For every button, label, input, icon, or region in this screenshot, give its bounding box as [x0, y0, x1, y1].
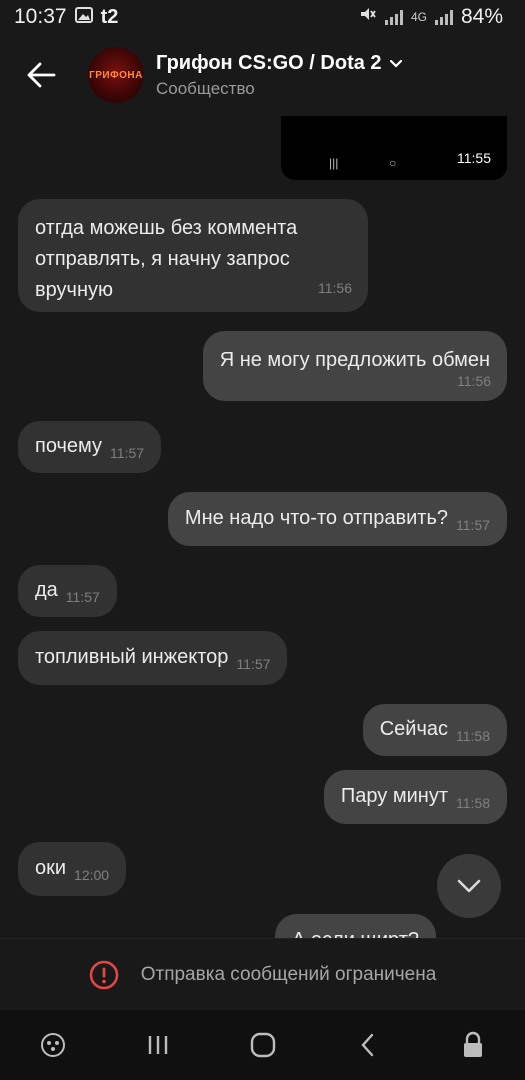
back-button[interactable] [16, 50, 66, 100]
recents-icon: ||| [329, 156, 339, 170]
message-time: 11:57 [236, 656, 271, 672]
message-outgoing[interactable]: Пару минут 11:58 [323, 770, 507, 824]
message-time: 11:57 [456, 517, 490, 533]
carrier-label: t2 [100, 5, 119, 28]
message-text: отгда можешь без коммента отправлять, я … [35, 217, 298, 301]
message-text: Сейчас [379, 718, 448, 740]
restriction-text: Отправка сообщений ограничена [140, 963, 437, 985]
chat-subtitle: Сообщество [156, 78, 255, 98]
system-nav-bar [0, 1010, 525, 1080]
message-outgoing[interactable]: Я не могу предложить обмен 11:56 [202, 331, 507, 401]
message-time: 11:57 [110, 445, 145, 461]
message-incoming[interactable]: отгда можешь без коммента отправлять, я … [18, 199, 368, 312]
message-time: 11:55 [457, 150, 491, 166]
battery-level: 84% [460, 5, 503, 28]
message-text: Пару минут [340, 785, 448, 807]
gamepad-icon [40, 1033, 65, 1057]
messaging-restricted-bar: Отправка сообщений ограничена [0, 938, 525, 1010]
game-launcher-button[interactable] [23, 1015, 83, 1075]
message-time: 12:00 [74, 867, 110, 883]
chevron-left-icon [360, 1033, 373, 1057]
message-text: почему [35, 435, 103, 457]
media-message[interactable]: ||| ○ 11:55 [281, 116, 507, 180]
network-type: 4G [410, 10, 427, 24]
message-text: топливный инжектор [35, 646, 229, 668]
chat-title-block[interactable]: Грифон CS:GO / Dota 2 Сообщество [156, 52, 404, 99]
avatar[interactable]: ГРИФОНА [88, 47, 144, 103]
message-text: Я не могу предложить обмен [219, 349, 490, 371]
message-text: А если щирт? [292, 929, 419, 938]
gallery-icon [74, 5, 93, 29]
message-incoming[interactable]: да 11:57 [18, 565, 117, 617]
chevron-down-icon [457, 879, 481, 893]
message-outgoing[interactable]: Сейчас 11:58 [362, 704, 507, 756]
message-incoming[interactable]: оки 12:00 [18, 842, 127, 896]
home-button[interactable] [233, 1015, 293, 1075]
exclamation-circle-icon [89, 960, 118, 989]
message-text: да [35, 579, 58, 601]
chat-title: Грифон CS:GO / Dota 2 [156, 51, 382, 74]
signal-icon [384, 9, 403, 25]
message-outgoing[interactable]: А если щирт? [275, 914, 437, 938]
signal-icon [434, 9, 453, 25]
scroll-down-button[interactable] [437, 854, 501, 918]
message-list[interactable]: ||| ○ 11:55 отгда можешь без коммента от… [0, 116, 525, 938]
message-time: 11:56 [457, 373, 491, 389]
message-time: 11:58 [456, 728, 490, 744]
message-outgoing[interactable]: Мне надо что-то отправить? 11:57 [167, 492, 507, 546]
lock-icon [463, 1031, 482, 1057]
chevron-down-icon [389, 59, 402, 68]
chat-header: ГРИФОНА Грифон CS:GO / Dota 2 Сообщество [0, 34, 525, 116]
message-time: 11:57 [65, 589, 100, 605]
recents-icon [148, 1036, 167, 1054]
message-text: Мне надо что-то отправить? [184, 507, 448, 529]
home-icon: ○ [389, 156, 397, 170]
message-incoming[interactable]: топливный инжектор 11:57 [18, 631, 288, 685]
arrow-left-icon [27, 62, 56, 88]
avatar-logo-text: ГРИФОНА [89, 69, 143, 81]
home-icon [250, 1032, 275, 1058]
nav-back-button[interactable] [338, 1015, 398, 1075]
mute-icon [359, 5, 377, 29]
recents-button[interactable] [128, 1015, 188, 1075]
message-text: оки [35, 857, 67, 879]
status-bar: 10:37 t2 4G 84% [0, 0, 525, 34]
screen-lock-button[interactable] [443, 1015, 503, 1075]
message-incoming[interactable]: почему 11:57 [18, 421, 162, 473]
message-time: 11:56 [318, 280, 352, 296]
status-time: 10:37 [14, 5, 67, 28]
message-time: 11:58 [456, 795, 490, 811]
